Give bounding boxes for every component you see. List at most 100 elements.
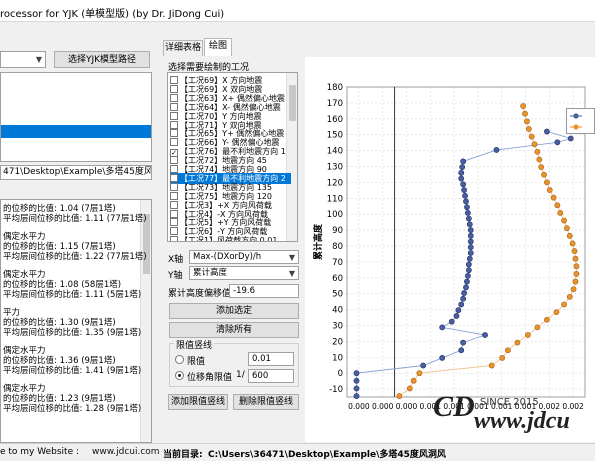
offset-label: 累计高度偏移值 bbox=[168, 289, 232, 299]
y-tick-label: 110 bbox=[327, 194, 343, 204]
case-checkbox[interactable] bbox=[170, 236, 178, 241]
case-item[interactable]: 【工况1】风荷载方向 0.01 bbox=[170, 235, 291, 242]
series-point bbox=[534, 324, 541, 331]
series-point bbox=[453, 313, 460, 319]
series-point bbox=[353, 393, 360, 399]
limit-radio[interactable] bbox=[175, 355, 184, 364]
series-point bbox=[493, 147, 500, 153]
y-tick-label: 50 bbox=[332, 290, 343, 300]
title-bar: rocessor for YJK (单模型版) (by Dr. JiDong C… bbox=[0, 0, 595, 22]
series-point bbox=[463, 284, 469, 291]
case-checkbox[interactable] bbox=[170, 102, 178, 111]
case-checkbox[interactable] bbox=[170, 218, 178, 227]
case-checkbox[interactable] bbox=[170, 138, 178, 147]
series-point bbox=[499, 354, 506, 361]
result-line: 的位移的比值: 1.30 (9层1塔) bbox=[3, 318, 116, 328]
x-axis-label: X轴 bbox=[168, 255, 184, 265]
website-link[interactable]: www.jdcui.com bbox=[92, 447, 160, 457]
y-tick-label: -10 bbox=[329, 385, 343, 395]
series-point bbox=[554, 202, 561, 209]
x-axis-select[interactable]: Max-(DXorDy)/h ▼ bbox=[189, 250, 299, 264]
y-axis-label: Y轴 bbox=[168, 271, 183, 281]
case-checkbox[interactable] bbox=[170, 165, 178, 173]
result-line: 的位移的比值: 1.08 (58层1塔) bbox=[3, 280, 122, 290]
case-checkbox[interactable] bbox=[170, 93, 178, 102]
x-tick-label: 0.000 bbox=[348, 402, 370, 411]
case-checkbox[interactable] bbox=[170, 227, 178, 236]
series-point bbox=[546, 187, 553, 193]
offset-input[interactable]: -19.6 bbox=[229, 284, 299, 298]
limit-value-input[interactable]: 0.01 bbox=[248, 352, 294, 366]
case-checkbox[interactable] bbox=[170, 209, 178, 218]
case-checkbox[interactable] bbox=[170, 76, 178, 84]
tab-plot[interactable]: 绘图 bbox=[204, 38, 232, 56]
case-checkbox[interactable] bbox=[170, 156, 178, 165]
case-checkbox[interactable] bbox=[170, 129, 178, 138]
cases-list[interactable]: 【工况69】X 方向地震 【工况69】X 双向地震 【工况63】X+ 偶然偏心地震【… bbox=[167, 72, 298, 242]
clear-all-button[interactable]: 清除所有 bbox=[169, 322, 299, 338]
case-checkbox[interactable] bbox=[170, 111, 178, 120]
series-point bbox=[573, 263, 580, 270]
delete-limit-line-button[interactable]: 删除限值竖线 bbox=[233, 394, 299, 410]
case-checkbox[interactable] bbox=[170, 84, 178, 93]
y-tick-label: 70 bbox=[332, 258, 343, 268]
add-limit-line-button[interactable]: 添加限值竖线 bbox=[168, 394, 228, 410]
series-point bbox=[570, 286, 577, 293]
tab-detail-table[interactable]: 详细表格 bbox=[163, 40, 203, 56]
series-point bbox=[467, 227, 474, 233]
y-axis-select[interactable]: 累计高度 ▼ bbox=[189, 266, 299, 280]
series-point bbox=[550, 194, 557, 201]
series-point bbox=[465, 272, 471, 279]
y-tick-label: 20 bbox=[332, 337, 343, 347]
y-tick-label: 0 bbox=[338, 369, 343, 379]
add-selected-button[interactable]: 添加选定 bbox=[169, 303, 299, 319]
series-point bbox=[467, 232, 474, 239]
y-tick-label: 40 bbox=[332, 306, 343, 316]
chart-svg: -10 0 10 20 30 40 50 60 70 80 90 100 110 120 130 140 150… bbox=[312, 83, 586, 411]
watermark-site: www.jdcu bbox=[474, 408, 570, 434]
model-tree[interactable] bbox=[0, 72, 152, 162]
drift-limit-radio[interactable] bbox=[175, 371, 184, 380]
series-point bbox=[467, 238, 474, 245]
series-point bbox=[553, 309, 560, 316]
path-field[interactable]: 471\Desktop\Example\多塔45度风洞风 bbox=[0, 165, 152, 180]
series-point bbox=[460, 158, 467, 165]
drift-chart: -10 0 10 20 30 40 50 60 70 80 90 100 110 120 130 140 150… bbox=[305, 57, 595, 442]
model-combo[interactable]: ▼ bbox=[0, 51, 46, 68]
series-point bbox=[467, 250, 474, 256]
series-point bbox=[504, 347, 511, 354]
y-tick-label: 140 bbox=[327, 147, 343, 157]
results-text[interactable]: 的位移的比值: 1.04 (7层1塔) 平均层间位移的比值: 1.11 (77层1… bbox=[0, 199, 152, 443]
results-scrollbar[interactable] bbox=[140, 200, 151, 442]
series-point bbox=[571, 248, 578, 254]
series-point bbox=[573, 271, 580, 277]
y-tick-label: 80 bbox=[332, 242, 343, 252]
series-point bbox=[520, 103, 527, 109]
series-point bbox=[541, 171, 547, 178]
case-checkbox[interactable] bbox=[170, 191, 178, 200]
series-point bbox=[544, 179, 550, 186]
series-point bbox=[544, 128, 550, 135]
select-model-path-button[interactable]: 选择YJK模型路径 bbox=[54, 51, 150, 68]
case-checkbox[interactable] bbox=[170, 200, 178, 209]
case-checkbox[interactable] bbox=[170, 173, 178, 182]
tree-selected-item[interactable] bbox=[1, 125, 151, 138]
case-label: 【工况1】风荷载方向 0.01 bbox=[180, 236, 278, 242]
series-point bbox=[466, 221, 473, 228]
series-point bbox=[461, 290, 467, 296]
series-point bbox=[544, 316, 550, 323]
series-point bbox=[524, 332, 531, 338]
series-point bbox=[458, 347, 465, 354]
plot-frame bbox=[346, 86, 586, 398]
drift-value-input[interactable]: 600 bbox=[248, 369, 294, 383]
chevron-down-icon: ▼ bbox=[35, 55, 42, 64]
series-point bbox=[416, 370, 423, 377]
series-point bbox=[396, 393, 403, 399]
series-point bbox=[461, 187, 467, 193]
case-checkbox[interactable] bbox=[170, 120, 178, 129]
series-point bbox=[534, 148, 541, 155]
y-axis-label: 累计高度 bbox=[312, 223, 324, 260]
y-tick-label: 130 bbox=[327, 162, 343, 172]
series-point bbox=[561, 301, 567, 308]
case-checkbox[interactable] bbox=[170, 182, 178, 191]
